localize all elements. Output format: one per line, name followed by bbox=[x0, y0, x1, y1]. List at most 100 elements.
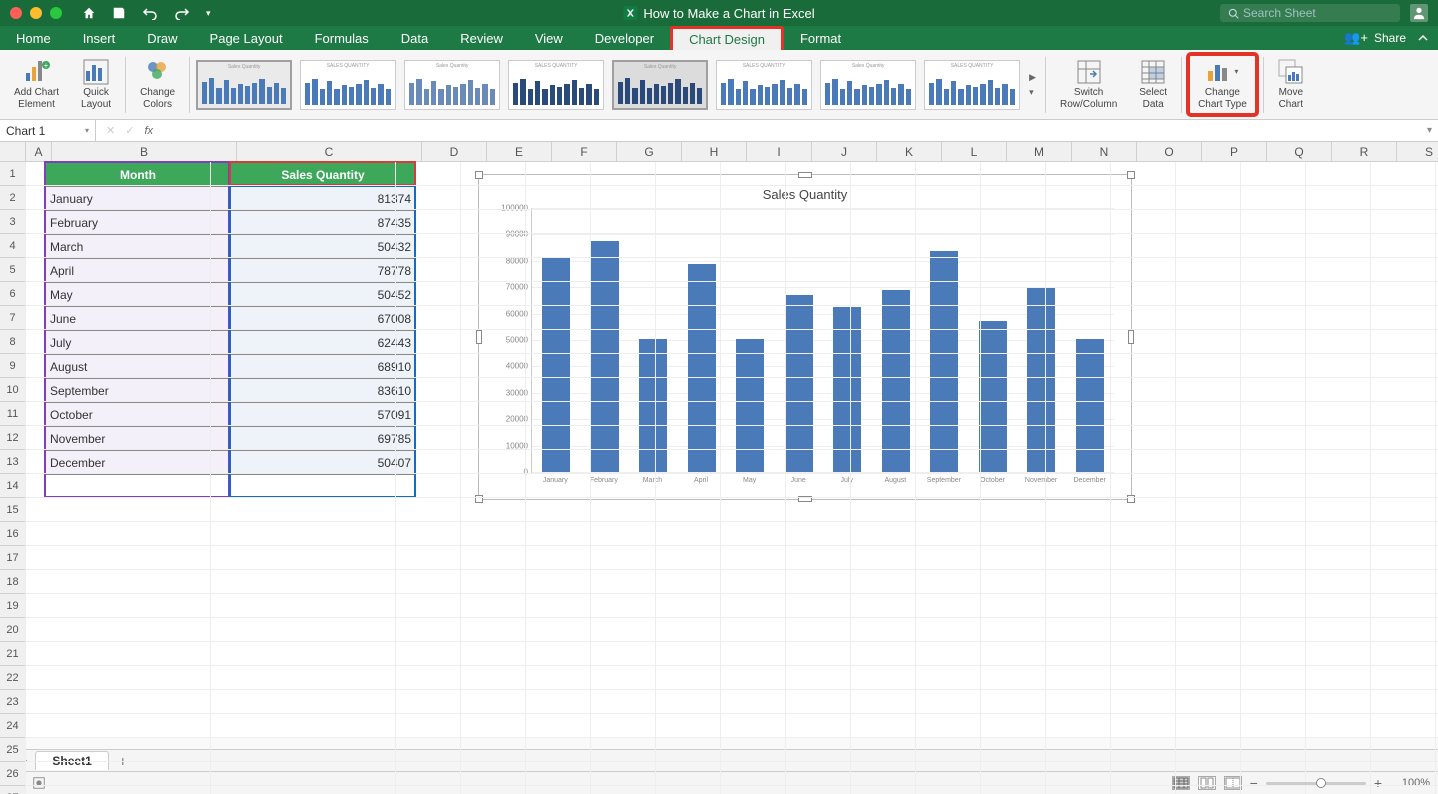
chart-style-thumb-5[interactable]: Sales Quantity bbox=[612, 60, 708, 110]
cell-month[interactable]: July bbox=[46, 331, 231, 355]
chart-style-thumb-6[interactable]: SALES QUANTITY bbox=[716, 60, 812, 110]
styles-expand-icon[interactable]: ▾ bbox=[1026, 86, 1039, 99]
column-header-J[interactable]: J bbox=[812, 142, 877, 161]
cell-month[interactable]: November bbox=[46, 427, 231, 451]
column-header-C[interactable]: C bbox=[237, 142, 422, 161]
row-header-17[interactable]: 17 bbox=[0, 546, 25, 570]
cell-month[interactable]: June bbox=[46, 307, 231, 331]
move-chart-button[interactable]: Move Chart bbox=[1270, 54, 1312, 115]
cell-month[interactable]: October bbox=[46, 403, 231, 427]
chart-resize-handle-w[interactable] bbox=[476, 330, 482, 344]
cell-value[interactable]: 81374 bbox=[231, 187, 416, 211]
table-header-month[interactable]: Month bbox=[46, 163, 231, 187]
column-header-K[interactable]: K bbox=[877, 142, 942, 161]
cell-month[interactable]: February bbox=[46, 211, 231, 235]
row-header-10[interactable]: 10 bbox=[0, 378, 25, 402]
chart-bar[interactable] bbox=[785, 295, 813, 472]
search-sheet-input[interactable]: Search Sheet bbox=[1220, 4, 1400, 22]
row-header-14[interactable]: 14 bbox=[0, 474, 25, 498]
styles-scroll-right-icon[interactable]: ▶ bbox=[1026, 71, 1039, 84]
row-header-13[interactable]: 13 bbox=[0, 450, 25, 474]
chart-bar[interactable] bbox=[688, 264, 716, 472]
change-colors-button[interactable]: Change Colors bbox=[132, 54, 183, 115]
chart-style-thumb-4[interactable]: SALES QUANTITY bbox=[508, 60, 604, 110]
cell-value[interactable]: 50432 bbox=[231, 235, 416, 259]
chart-object[interactable]: Sales Quantity 0100002000030000400005000… bbox=[478, 174, 1132, 500]
chart-bar[interactable] bbox=[1076, 339, 1104, 472]
cell-month[interactable]: April bbox=[46, 259, 231, 283]
home-icon[interactable] bbox=[82, 6, 96, 20]
share-button[interactable]: Share bbox=[1374, 31, 1406, 45]
cell-value[interactable]: 67008 bbox=[231, 307, 416, 331]
row-header-26[interactable]: 26 bbox=[0, 762, 25, 786]
cell-value[interactable]: 50452 bbox=[231, 283, 416, 307]
row-header-8[interactable]: 8 bbox=[0, 330, 25, 354]
select-data-button[interactable]: Select Data bbox=[1131, 54, 1175, 115]
select-all-corner[interactable] bbox=[0, 142, 26, 162]
chart-style-thumb-8[interactable]: SALES QUANTITY bbox=[924, 60, 1020, 110]
chart-plot-area[interactable]: 0100002000030000400005000060000700008000… bbox=[531, 208, 1114, 473]
cell-value[interactable]: 78778 bbox=[231, 259, 416, 283]
cell-value[interactable]: 62443 bbox=[231, 331, 416, 355]
cell-month[interactable]: May bbox=[46, 283, 231, 307]
undo-icon[interactable] bbox=[142, 6, 158, 20]
fx-icon[interactable]: fx bbox=[144, 125, 153, 137]
row-header-20[interactable]: 20 bbox=[0, 618, 25, 642]
column-header-I[interactable]: I bbox=[747, 142, 812, 161]
chart-style-thumb-2[interactable]: SALES QUANTITY bbox=[300, 60, 396, 110]
cell-month[interactable]: January bbox=[46, 187, 231, 211]
chart-resize-handle-n[interactable] bbox=[798, 172, 812, 178]
row-header-1[interactable]: 1 bbox=[0, 162, 25, 186]
ribbon-tab-page-layout[interactable]: Page Layout bbox=[194, 26, 299, 50]
row-header-25[interactable]: 25 bbox=[0, 738, 25, 762]
row-header-2[interactable]: 2 bbox=[0, 186, 25, 210]
cell-month[interactable]: September bbox=[46, 379, 231, 403]
maximize-window-button[interactable] bbox=[50, 7, 62, 19]
ribbon-tab-review[interactable]: Review bbox=[444, 26, 519, 50]
cell-value[interactable]: 57091 bbox=[231, 403, 416, 427]
row-header-5[interactable]: 5 bbox=[0, 258, 25, 282]
column-header-G[interactable]: G bbox=[617, 142, 682, 161]
ribbon-tab-insert[interactable]: Insert bbox=[67, 26, 132, 50]
chart-bar[interactable] bbox=[1027, 288, 1055, 472]
column-header-P[interactable]: P bbox=[1202, 142, 1267, 161]
chart-style-thumb-1[interactable]: Sales Quantity bbox=[196, 60, 292, 110]
row-header-3[interactable]: 3 bbox=[0, 210, 25, 234]
chart-bar[interactable] bbox=[930, 251, 958, 472]
column-header-S[interactable]: S bbox=[1397, 142, 1438, 161]
minimize-window-button[interactable] bbox=[30, 7, 42, 19]
ribbon-tab-view[interactable]: View bbox=[519, 26, 579, 50]
cell-month[interactable]: March bbox=[46, 235, 231, 259]
change-chart-type-button[interactable]: ▾ Change Chart Type bbox=[1188, 54, 1257, 115]
add-chart-element-button[interactable]: + Add Chart Element bbox=[6, 54, 67, 115]
row-header-11[interactable]: 11 bbox=[0, 402, 25, 426]
chart-bar[interactable] bbox=[882, 290, 910, 472]
ribbon-tab-draw[interactable]: Draw bbox=[131, 26, 193, 50]
column-header-L[interactable]: L bbox=[942, 142, 1007, 161]
ribbon-tab-formulas[interactable]: Formulas bbox=[299, 26, 385, 50]
row-header-24[interactable]: 24 bbox=[0, 714, 25, 738]
save-icon[interactable] bbox=[112, 6, 126, 20]
row-header-4[interactable]: 4 bbox=[0, 234, 25, 258]
chart-bar[interactable] bbox=[833, 307, 861, 472]
column-header-B[interactable]: B bbox=[52, 142, 237, 161]
cell-value[interactable]: 83610 bbox=[231, 379, 416, 403]
chart-resize-handle-e[interactable] bbox=[1128, 330, 1134, 344]
user-account-icon[interactable] bbox=[1410, 4, 1428, 22]
chart-bar[interactable] bbox=[736, 339, 764, 472]
column-header-O[interactable]: O bbox=[1137, 142, 1202, 161]
column-header-D[interactable]: D bbox=[422, 142, 487, 161]
ribbon-tab-format[interactable]: Format bbox=[784, 26, 857, 50]
zoom-slider[interactable] bbox=[1266, 782, 1366, 785]
collapse-ribbon-icon[interactable] bbox=[1418, 33, 1428, 43]
close-window-button[interactable] bbox=[10, 7, 22, 19]
cells-area[interactable]: Month Sales Quantity January81374Februar… bbox=[26, 162, 1438, 794]
cell-value[interactable]: 68910 bbox=[231, 355, 416, 379]
row-header-21[interactable]: 21 bbox=[0, 642, 25, 666]
row-header-27[interactable]: 27 bbox=[0, 786, 25, 794]
column-header-H[interactable]: H bbox=[682, 142, 747, 161]
ribbon-tab-chart-design[interactable]: Chart Design bbox=[670, 26, 784, 50]
row-header-23[interactable]: 23 bbox=[0, 690, 25, 714]
row-header-6[interactable]: 6 bbox=[0, 282, 25, 306]
confirm-formula-icon[interactable]: ✓ bbox=[125, 124, 134, 137]
